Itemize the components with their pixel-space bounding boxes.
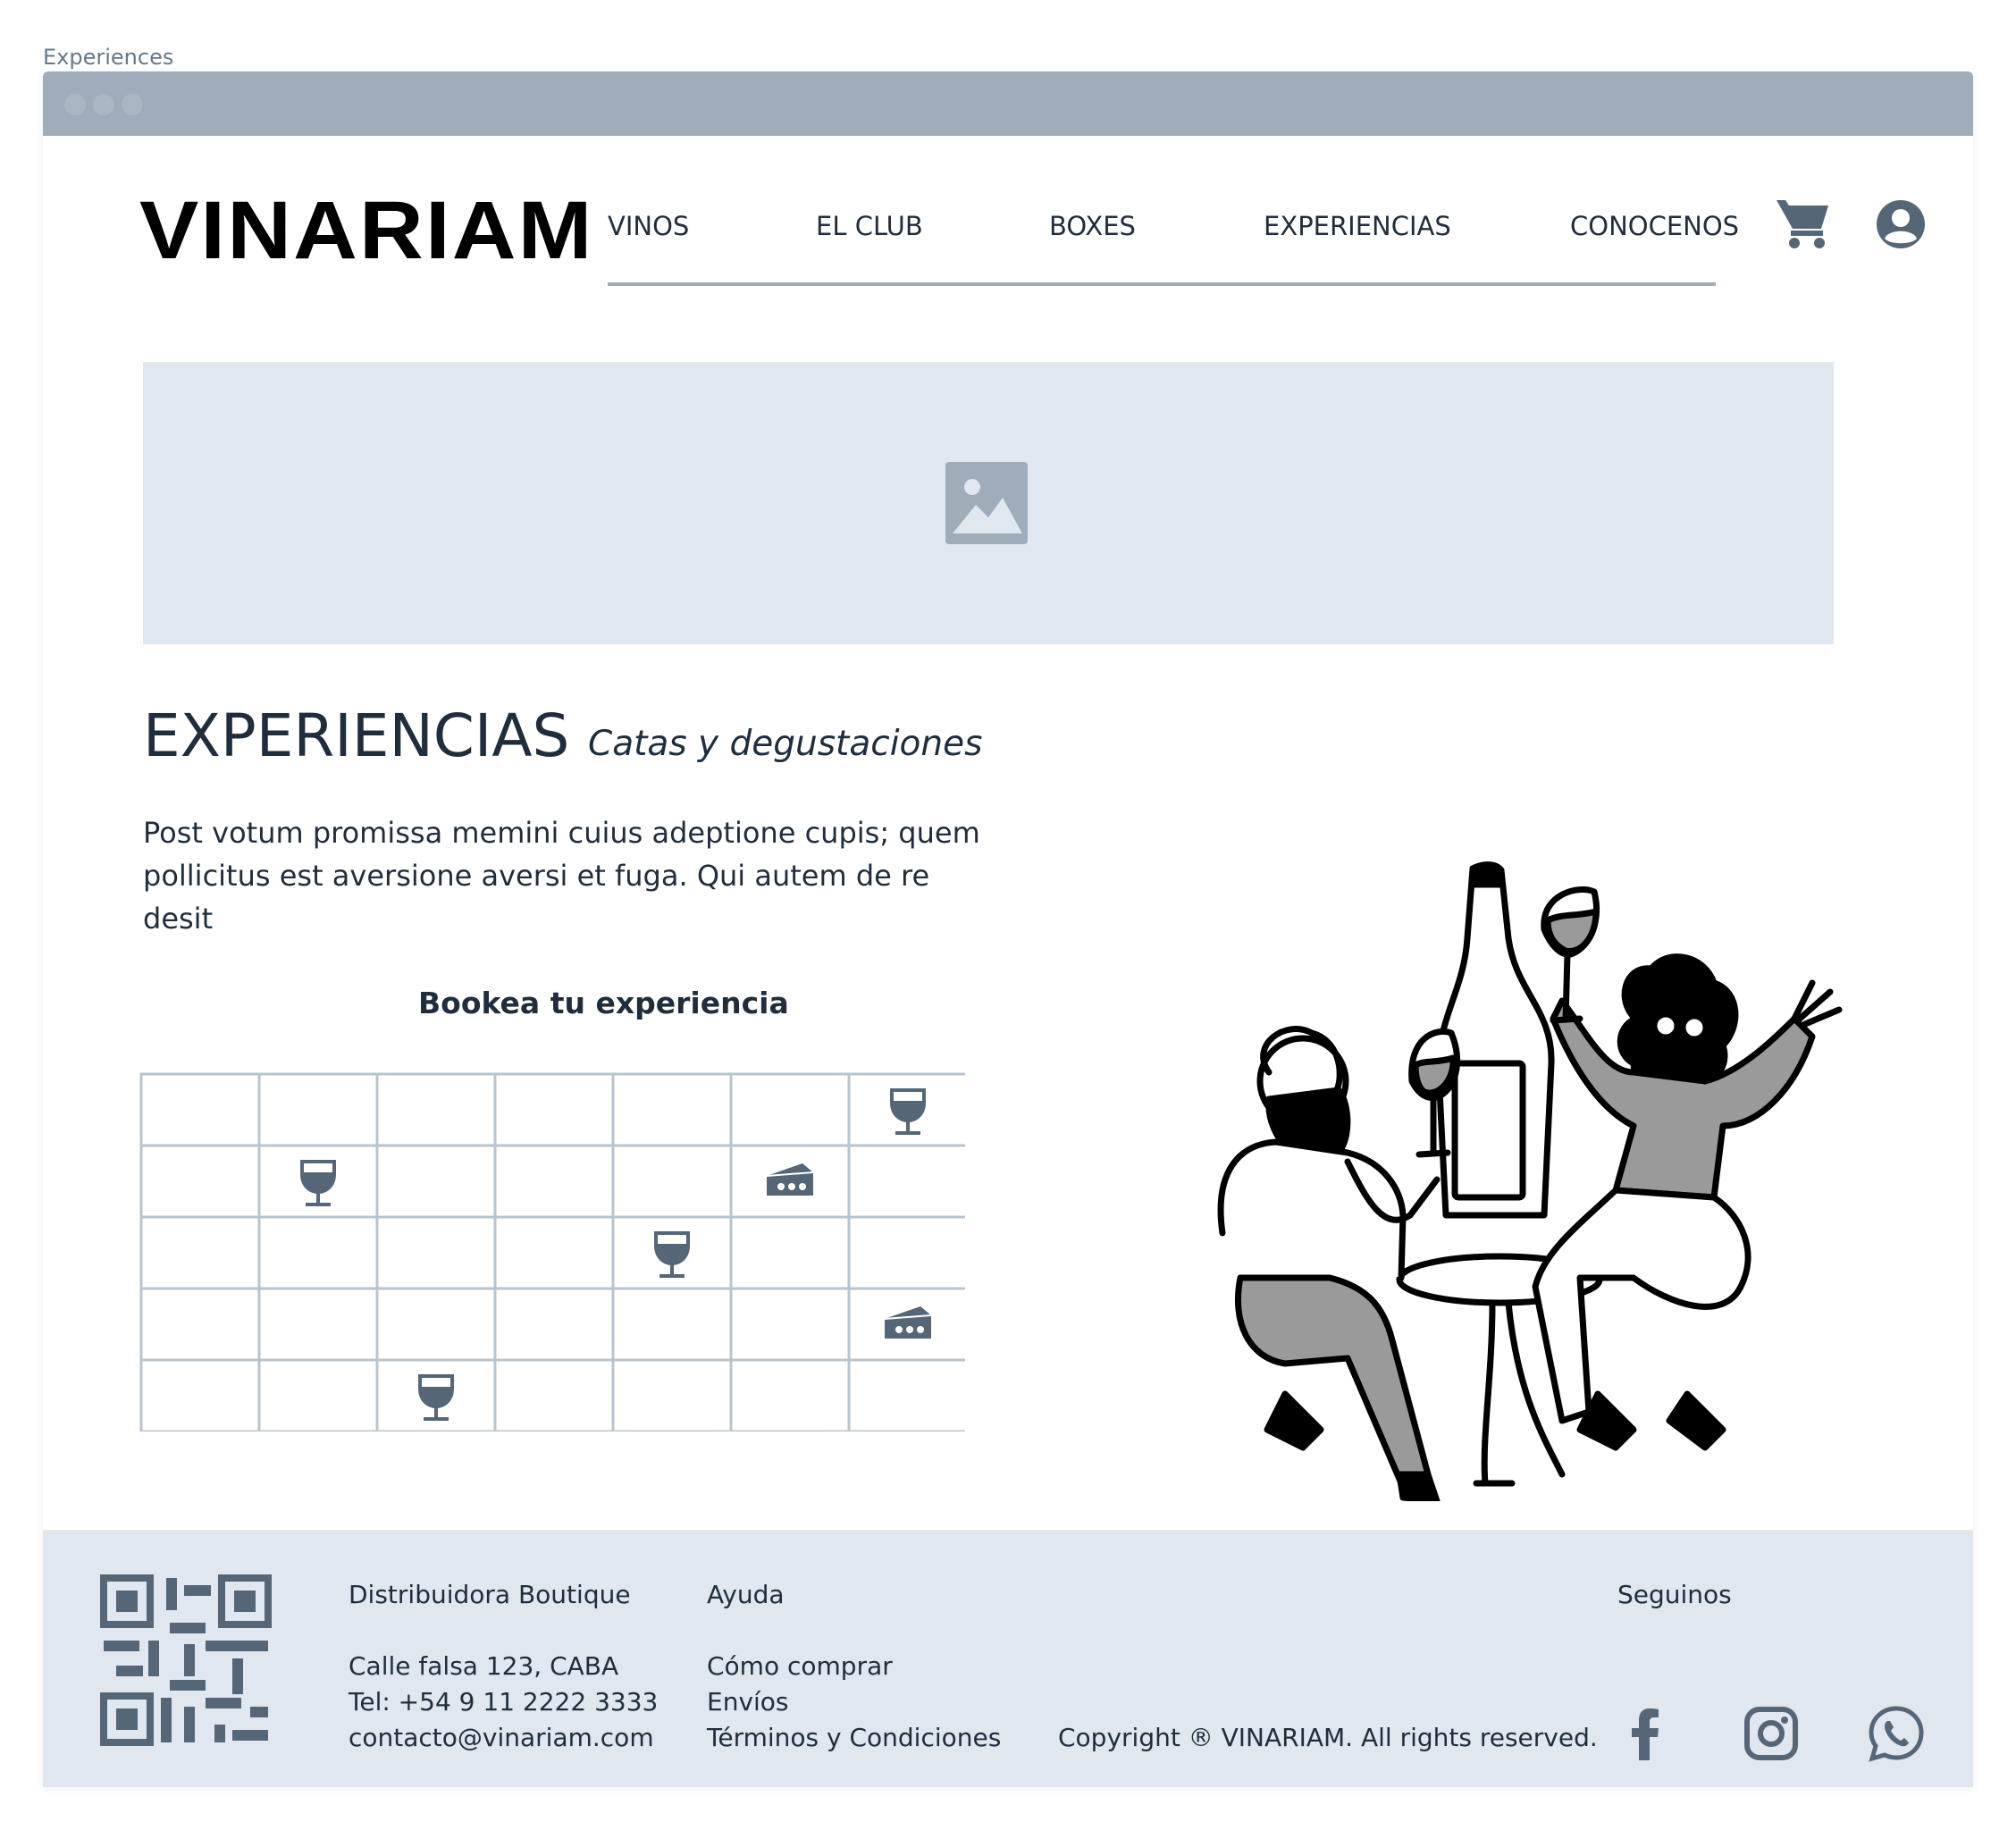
- calendar-cell[interactable]: [729, 1358, 851, 1431]
- nav-vinos[interactable]: VINOS: [608, 211, 689, 241]
- cart-icon[interactable]: [1775, 195, 1832, 252]
- instagram-icon[interactable]: [1743, 1705, 1800, 1762]
- footer-help-title: Ayuda: [707, 1580, 785, 1609]
- nav-boxes[interactable]: BOXES: [1049, 211, 1136, 241]
- calendar-cell[interactable]: [139, 1287, 261, 1362]
- calendar-cell[interactable]: [493, 1144, 615, 1219]
- calendar-cell[interactable]: [139, 1215, 261, 1290]
- calendar-cell[interactable]: [257, 1287, 379, 1362]
- qr-code: [100, 1574, 272, 1746]
- footer-phone[interactable]: Tel: +54 9 11 2222 3333: [349, 1687, 658, 1717]
- calendar-cell[interactable]: [847, 1144, 965, 1219]
- footer-copyright: Copyright ® VINARIAM. All rights reserve…: [1058, 1723, 1598, 1752]
- calendar-cell[interactable]: [139, 1072, 261, 1147]
- footer-address: Calle falsa 123, CABA: [349, 1651, 619, 1681]
- calendar-cell[interactable]: [493, 1072, 615, 1147]
- site-logo[interactable]: VINARIAM: [139, 184, 594, 278]
- window-dot-minimize[interactable]: [93, 94, 114, 115]
- calendar-cell[interactable]: [729, 1072, 851, 1147]
- calendar-cell[interactable]: [493, 1215, 615, 1290]
- page-title: EXPERIENCIAS: [143, 701, 570, 770]
- window-dot-maximize[interactable]: [122, 94, 143, 115]
- calendar-cell[interactable]: [493, 1287, 615, 1362]
- hero-banner: [143, 362, 1834, 644]
- calendar-cell[interactable]: [729, 1287, 851, 1362]
- calendar-cell[interactable]: [847, 1358, 965, 1431]
- footer-follow-title: Seguinos: [1617, 1580, 1732, 1609]
- illustration-friends-toasting: [1217, 861, 1843, 1501]
- intro-paragraph: Post votum promissa memini cuius adeptio…: [143, 816, 980, 936]
- nav-experiencias[interactable]: EXPERIENCIAS: [1264, 211, 1451, 241]
- calendar-cell[interactable]: [611, 1072, 733, 1147]
- calendar-cell[interactable]: [493, 1358, 615, 1431]
- nav-underline: [608, 282, 1716, 286]
- calendar-cell[interactable]: [611, 1287, 733, 1362]
- calendar-cell[interactable]: [729, 1215, 851, 1290]
- calendar-cell[interactable]: [375, 1215, 497, 1290]
- facebook-icon[interactable]: [1617, 1705, 1675, 1762]
- booking-title: Bookea tu experiencia: [418, 986, 789, 1020]
- window-dot-close[interactable]: [64, 94, 86, 115]
- footer-link-envios[interactable]: Envíos: [707, 1687, 789, 1717]
- image-placeholder-icon: [945, 462, 1028, 544]
- frame-label: Experiences: [43, 45, 174, 70]
- user-account-icon[interactable]: [1875, 198, 1927, 250]
- booking-calendar: [139, 1072, 965, 1431]
- browser-window: VINARIAM VINOS EL CLUB BOXES EXPERIENCIA…: [43, 71, 1973, 1787]
- window-titlebar: [43, 71, 1973, 136]
- calendar-cell[interactable]: [611, 1358, 733, 1431]
- calendar-cell[interactable]: [139, 1358, 261, 1431]
- footer-email[interactable]: contacto@vinariam.com: [349, 1723, 654, 1752]
- nav-conocenos[interactable]: CONOCENOS: [1570, 211, 1739, 241]
- footer-company: Distribuidora Boutique: [349, 1580, 631, 1609]
- nav-el-club[interactable]: EL CLUB: [816, 211, 923, 241]
- calendar-cell[interactable]: [375, 1144, 497, 1219]
- calendar-cell[interactable]: [375, 1287, 497, 1362]
- calendar-cell[interactable]: [847, 1215, 965, 1290]
- page-subtitle: Catas y degustaciones: [588, 724, 983, 764]
- whatsapp-icon[interactable]: [1868, 1705, 1925, 1762]
- footer-link-terminos[interactable]: Términos y Condiciones: [707, 1723, 1001, 1752]
- site-footer: Distribuidora Boutique Calle falsa 123, …: [43, 1530, 1973, 1787]
- calendar-cell[interactable]: [611, 1144, 733, 1219]
- calendar-cell[interactable]: [257, 1215, 379, 1290]
- footer-link-como-comprar[interactable]: Cómo comprar: [707, 1651, 893, 1681]
- calendar-cell[interactable]: [375, 1072, 497, 1147]
- calendar-cell[interactable]: [257, 1358, 379, 1431]
- calendar-cell[interactable]: [139, 1144, 261, 1219]
- calendar-cell[interactable]: [257, 1072, 379, 1147]
